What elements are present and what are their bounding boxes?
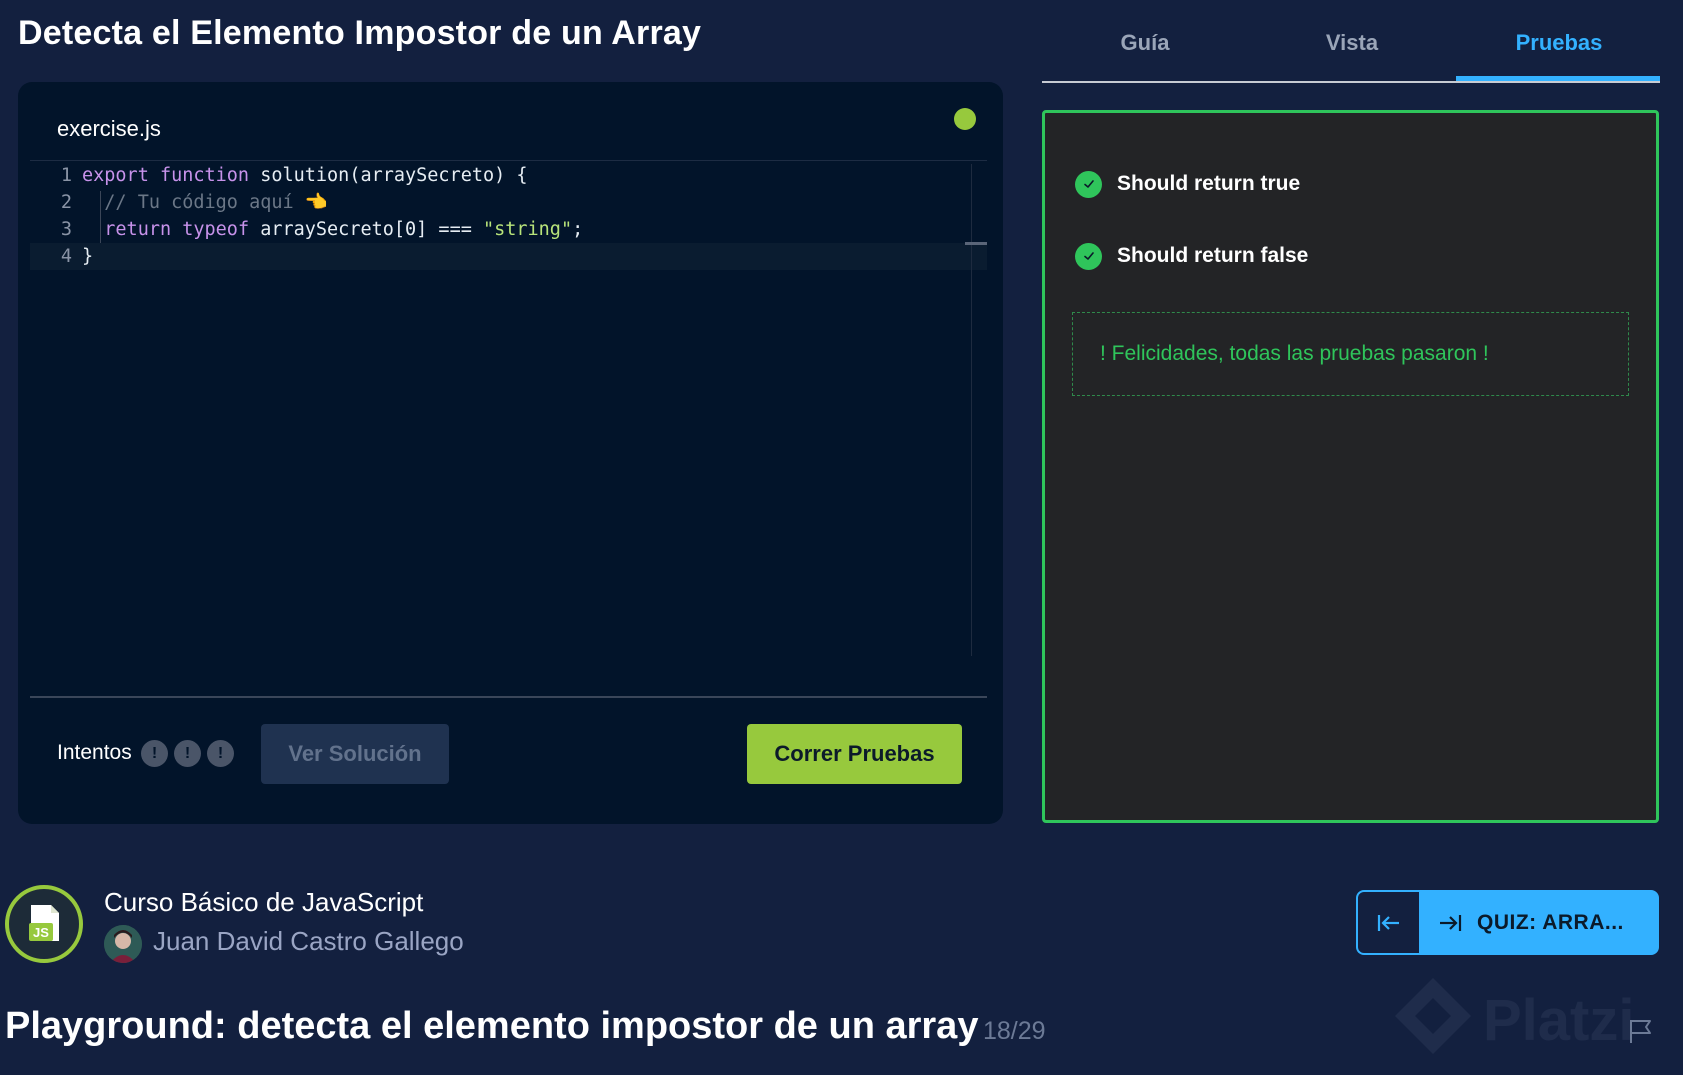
file-name-tab[interactable]: exercise.js	[57, 116, 161, 142]
code-token: // Tu código aquí 👈	[104, 192, 328, 213]
course-badge-icon[interactable]: JS	[5, 885, 83, 963]
arrow-right-to-line-icon	[1440, 914, 1462, 931]
test-result-label: Should return true	[1117, 172, 1301, 195]
next-class-label: QUIZ: ARRA...	[1477, 910, 1624, 934]
code-text[interactable]: // Tu código aquí 👈	[82, 189, 328, 216]
next-class-button[interactable]: QUIZ: ARRA...	[1419, 890, 1659, 955]
run-tests-button[interactable]: Correr Pruebas	[747, 724, 962, 784]
code-token: arraySecreto[0] ===	[260, 219, 483, 240]
watermark-text: Platzi	[1483, 988, 1635, 1053]
code-token: function	[159, 165, 261, 186]
active-tab-indicator	[1456, 76, 1660, 81]
code-token: ;	[572, 219, 584, 240]
check-circle-icon	[1075, 242, 1102, 270]
page-title: Detecta el Elemento Impostor de un Array	[18, 14, 702, 52]
check-circle-icon	[1075, 170, 1102, 198]
course-badge-text: JS	[33, 925, 49, 940]
course-title[interactable]: Curso Básico de JavaScript	[104, 887, 423, 918]
line-number: 1	[60, 165, 72, 186]
success-message: ! Felicidades, todas las pruebas pasaron…	[1100, 342, 1489, 365]
editor-footer-divider	[30, 696, 987, 698]
code-token: (arraySecreto) {	[349, 165, 528, 186]
attempt-indicator: !	[207, 740, 234, 767]
code-token: return	[104, 219, 183, 240]
view-solution-button[interactable]: Ver Solución	[261, 724, 449, 784]
code-area[interactable]: 1 export function solution(arraySecreto) …	[30, 162, 987, 662]
previous-class-button[interactable]	[1356, 890, 1419, 955]
test-result-item: Should return true	[1075, 169, 1300, 199]
lesson-title: Playground: detecta el elemento impostor…	[5, 1005, 979, 1047]
code-text[interactable]: }	[82, 243, 93, 270]
code-token: export	[82, 165, 160, 186]
test-result-item: Should return false	[1075, 241, 1308, 271]
flag-icon[interactable]	[1626, 1016, 1656, 1046]
scrollbar[interactable]	[971, 164, 972, 656]
status-indicator	[954, 108, 976, 130]
teacher-name[interactable]: Juan David Castro Gallego	[153, 926, 464, 957]
line-number: 2	[60, 192, 72, 213]
line-number: 3	[60, 219, 72, 240]
line-number: 4	[60, 246, 72, 267]
attempt-indicator: !	[141, 740, 168, 767]
code-lines[interactable]: 1 export function solution(arraySecreto) …	[30, 162, 987, 270]
lesson-counter: 18/29	[983, 1017, 1046, 1045]
code-token: }	[82, 246, 94, 267]
tabs-underline	[1042, 81, 1660, 83]
code-text[interactable]: return typeof arraySecreto[0] === "strin…	[82, 216, 583, 243]
tests-panel: Should return true Should return false !…	[1042, 110, 1659, 823]
code-text[interactable]: export function solution(arraySecreto) {	[82, 162, 528, 189]
code-token: "string"	[482, 219, 573, 240]
code-token: typeof	[182, 219, 261, 240]
tab-tests[interactable]: Pruebas	[1456, 30, 1662, 56]
tab-preview[interactable]: Vista	[1249, 30, 1455, 56]
test-result-label: Should return false	[1117, 244, 1309, 267]
code-line[interactable]: 3 return typeof arraySecreto[0] === "str…	[30, 216, 987, 243]
tab-guide[interactable]: Guía	[1042, 30, 1248, 56]
code-line[interactable]: 2 // Tu código aquí 👈	[30, 189, 987, 216]
code-editor-card: exercise.js 1 export function solution(ar…	[18, 82, 1003, 824]
avatar	[104, 925, 142, 963]
attempts-label: Intentos	[57, 741, 132, 764]
code-line[interactable]: 1 export function solution(arraySecreto) …	[30, 162, 987, 189]
editor-divider	[30, 160, 987, 161]
scrollbar-thumb[interactable]	[965, 242, 987, 245]
code-token: solution	[260, 165, 350, 186]
arrow-left-to-line-icon	[1377, 914, 1399, 931]
panel-tabs: Guía Vista Pruebas	[1042, 0, 1660, 84]
success-message-box: ! Felicidades, todas las pruebas pasaron…	[1072, 312, 1629, 396]
code-line[interactable]: 4}	[30, 243, 987, 270]
attempt-indicator: !	[174, 740, 201, 767]
